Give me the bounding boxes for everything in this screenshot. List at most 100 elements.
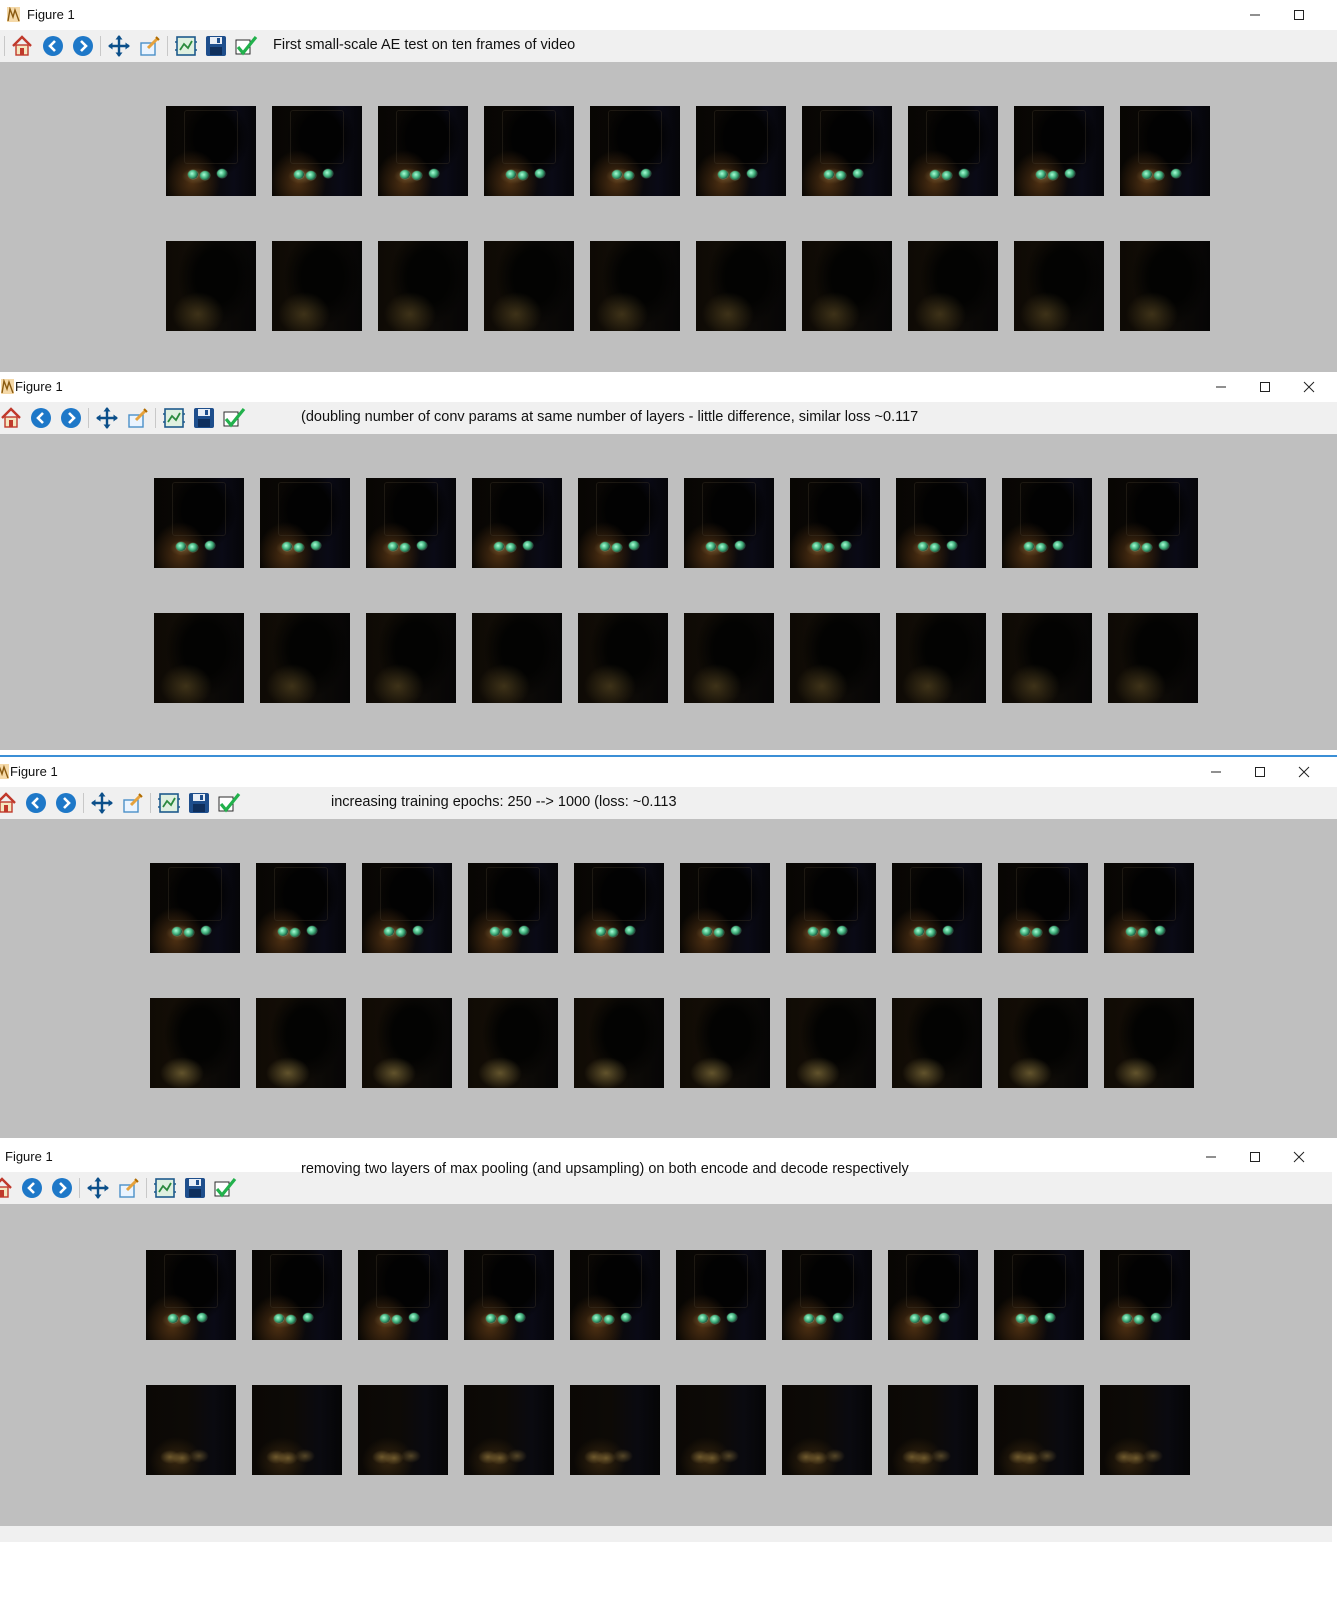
zoom-button[interactable]	[121, 791, 145, 815]
led-highlight	[621, 1313, 631, 1322]
original-frame	[146, 1250, 236, 1340]
original-frame	[484, 106, 574, 196]
configure-subplots-button[interactable]	[153, 1176, 177, 1200]
matplotlib-icon	[7, 7, 20, 22]
forward-button[interactable]	[54, 791, 78, 815]
configure-subplots-button[interactable]	[162, 406, 186, 430]
back-button[interactable]	[41, 34, 65, 58]
zoom-icon	[119, 1178, 139, 1198]
toolbar-message: First small-scale AE test on ten frames …	[273, 37, 576, 53]
close-button[interactable]	[1287, 372, 1331, 402]
zoom-button[interactable]	[126, 406, 150, 430]
close-button[interactable]	[1282, 757, 1326, 787]
save-button[interactable]	[204, 34, 228, 58]
edit-axes-button[interactable]	[217, 791, 241, 815]
led-highlight	[205, 541, 215, 550]
led-highlight	[188, 543, 198, 552]
back-button[interactable]	[29, 406, 53, 430]
original-frame	[256, 863, 346, 953]
save-button[interactable]	[183, 1176, 207, 1200]
original-frame	[1104, 863, 1194, 953]
led-highlight	[400, 543, 410, 552]
home-button[interactable]	[0, 406, 23, 430]
led-highlight	[714, 928, 724, 937]
led-highlight	[417, 541, 427, 550]
led-highlight	[494, 542, 504, 551]
pan-button[interactable]	[86, 1176, 110, 1200]
toolbar-separator	[83, 793, 84, 813]
maximize-button[interactable]	[1238, 757, 1282, 787]
back-button[interactable]	[24, 791, 48, 815]
minimize-button[interactable]	[1194, 757, 1238, 787]
navigation-toolbar: removing two layers of max pooling (and …	[0, 1161, 1332, 1204]
led-highlight	[506, 170, 516, 179]
led-highlight	[604, 1315, 614, 1324]
back-button[interactable]	[20, 1176, 44, 1200]
maximize-button[interactable]	[1243, 372, 1287, 402]
configure-subplots-button[interactable]	[174, 34, 198, 58]
led-highlight	[914, 927, 924, 936]
window-title: Figure 1	[15, 379, 63, 394]
save-button[interactable]	[192, 406, 216, 430]
original-frame	[1120, 106, 1210, 196]
toolbar-separator	[155, 408, 156, 428]
minimize-button[interactable]	[1199, 372, 1243, 402]
led-highlight	[506, 543, 516, 552]
led-highlight	[498, 1315, 508, 1324]
forward-button[interactable]	[71, 34, 95, 58]
led-highlight	[1020, 927, 1030, 936]
zoom-button[interactable]	[138, 34, 162, 58]
pan-button[interactable]	[95, 406, 119, 430]
original-frame	[1014, 106, 1104, 196]
led-highlight	[1049, 926, 1059, 935]
maximize-icon	[1250, 1152, 1260, 1162]
close-button[interactable]	[1277, 1142, 1321, 1172]
original-frame	[272, 106, 362, 196]
zoom-button[interactable]	[117, 1176, 141, 1200]
title-bar: Figure 1	[0, 0, 1337, 30]
led-highlight	[930, 543, 940, 552]
led-highlight	[629, 541, 639, 550]
reconstructed-frame	[896, 613, 986, 703]
configure-subplots-button[interactable]	[157, 791, 181, 815]
led-highlight	[612, 543, 622, 552]
maximize-button[interactable]	[1233, 1142, 1277, 1172]
edit-axes-button[interactable]	[234, 34, 258, 58]
forward-button[interactable]	[50, 1176, 74, 1200]
home-button[interactable]	[0, 791, 18, 815]
edit-axes-button[interactable]	[222, 406, 246, 430]
forward-button[interactable]	[59, 406, 83, 430]
edit-axes-button[interactable]	[213, 1176, 237, 1200]
led-highlight	[388, 542, 398, 551]
led-highlight	[274, 1314, 284, 1323]
zoom-icon	[140, 36, 160, 56]
led-highlight	[380, 1314, 390, 1323]
reconstructed-frame	[146, 1385, 236, 1475]
led-highlight	[820, 928, 830, 937]
led-highlight	[727, 1313, 737, 1322]
minimize-button[interactable]	[1189, 1142, 1233, 1172]
reconstructed-frame	[888, 1385, 978, 1475]
pan-button[interactable]	[107, 34, 131, 58]
led-highlight	[409, 1313, 419, 1322]
configure-subplots-icon	[158, 793, 180, 813]
led-highlight	[710, 1315, 720, 1324]
home-button[interactable]	[0, 1176, 14, 1200]
led-highlight	[1159, 541, 1169, 550]
minimize-button[interactable]	[1233, 0, 1277, 30]
maximize-button[interactable]	[1277, 0, 1321, 30]
led-highlight	[1142, 543, 1152, 552]
toolbar-message: (doubling number of conv params at same …	[301, 409, 919, 425]
led-highlight	[217, 169, 227, 178]
led-highlight	[1122, 1314, 1132, 1323]
led-highlight	[400, 170, 410, 179]
led-highlight	[1171, 169, 1181, 178]
pan-icon	[96, 407, 118, 429]
save-button[interactable]	[187, 791, 211, 815]
led-highlight	[718, 543, 728, 552]
pan-button[interactable]	[90, 791, 114, 815]
reconstructed-frame	[366, 613, 456, 703]
home-button[interactable]	[10, 34, 34, 58]
reconstructed-frame	[782, 1385, 872, 1475]
led-highlight	[392, 1315, 402, 1324]
